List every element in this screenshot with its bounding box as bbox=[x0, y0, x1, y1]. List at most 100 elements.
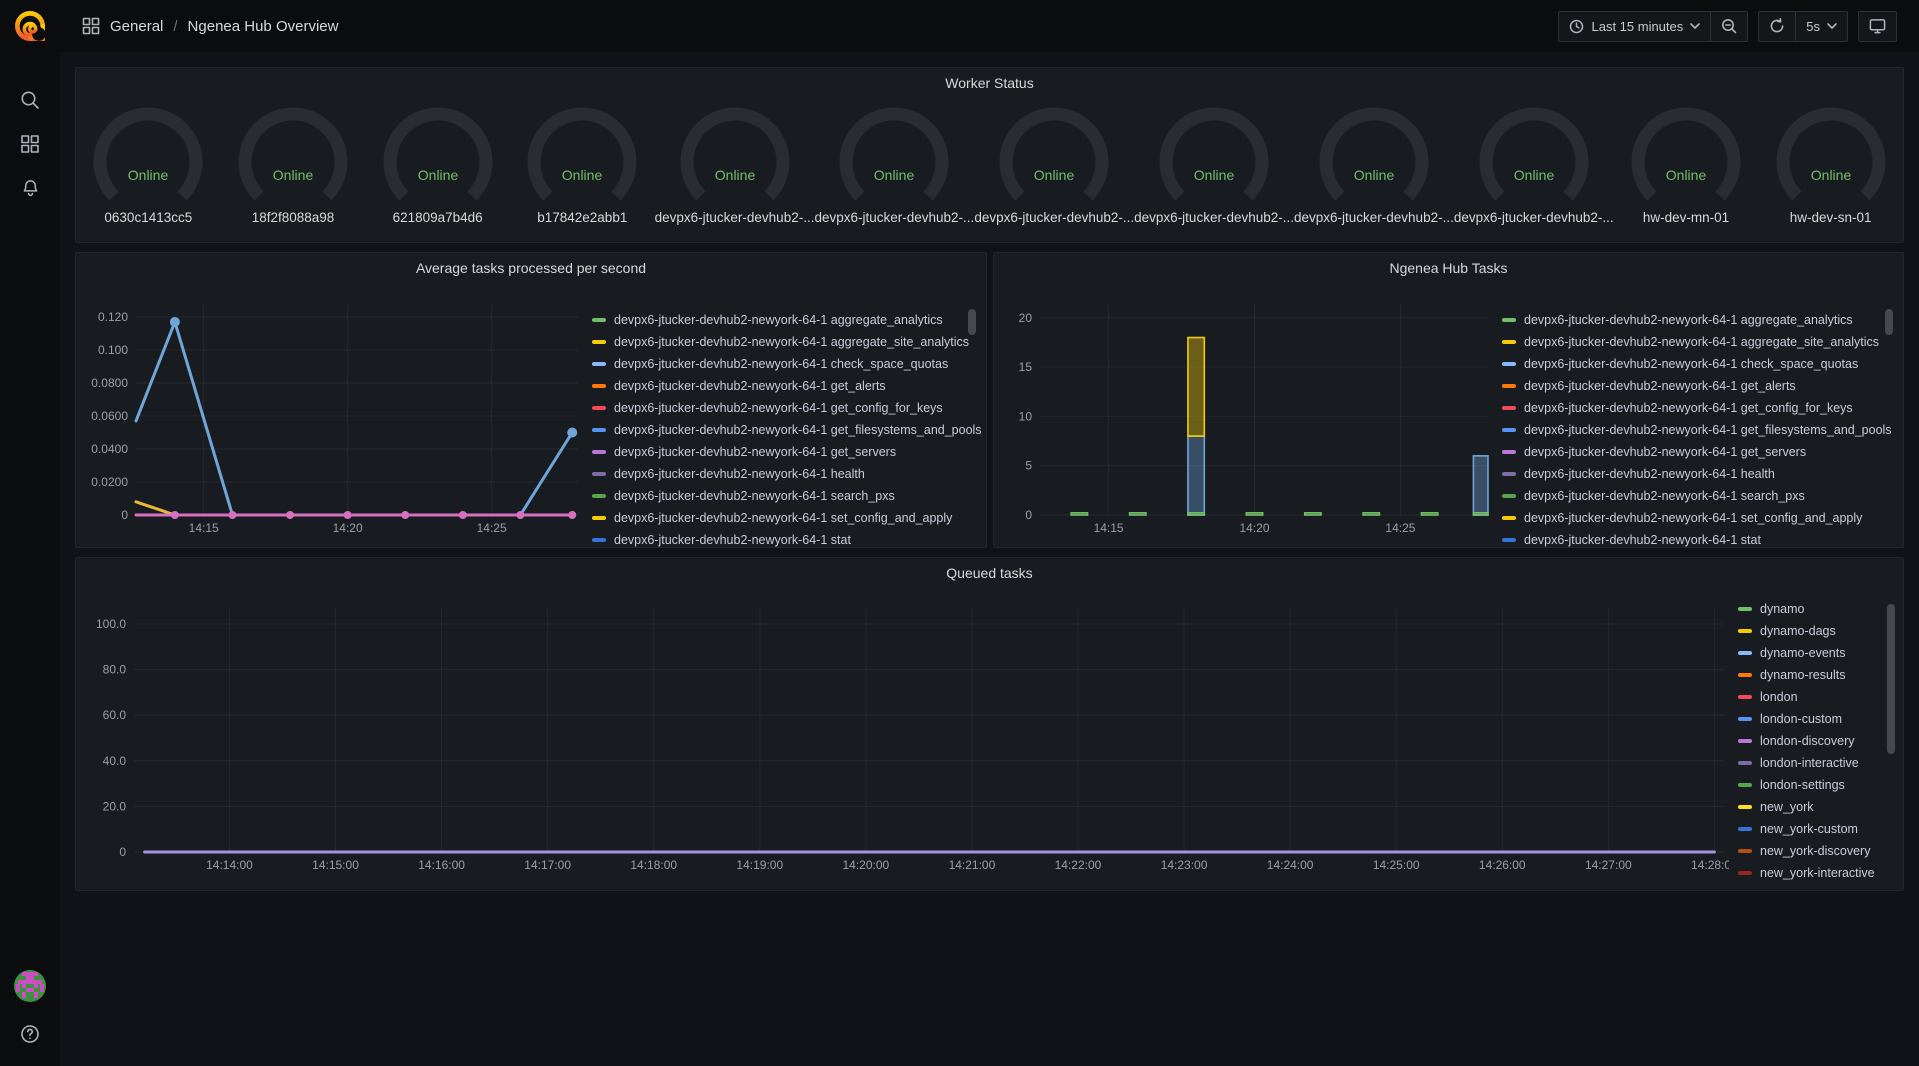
svg-text:14:20: 14:20 bbox=[333, 521, 363, 535]
panel-title[interactable]: Queued tasks bbox=[76, 558, 1903, 588]
svg-text:0: 0 bbox=[119, 845, 126, 859]
panel-title[interactable]: Ngenea Hub Tasks bbox=[994, 253, 1903, 283]
worker-name: hw-dev-sn-01 bbox=[1790, 210, 1872, 225]
legend-item[interactable]: devpx6-jtucker-devhub2-newyork-64-1 get_… bbox=[592, 375, 984, 397]
queued-tasks-chart[interactable]: 14:14:0014:15:0014:16:0014:17:0014:18:00… bbox=[84, 592, 1729, 886]
legend-swatch bbox=[1738, 761, 1752, 765]
legend-item[interactable]: dynamo bbox=[1738, 598, 1898, 620]
legend-item[interactable]: devpx6-jtucker-devhub2-newyork-64-1 aggr… bbox=[592, 331, 984, 353]
grafana-logo[interactable] bbox=[0, 0, 60, 52]
refresh-button[interactable] bbox=[1759, 12, 1795, 41]
legend-item[interactable]: devpx6-jtucker-devhub2-newyork-64-1 aggr… bbox=[1502, 551, 1898, 555]
avatar[interactable] bbox=[14, 970, 46, 1002]
zoom-out-icon bbox=[1721, 18, 1737, 34]
legend-item[interactable]: devpx6-jtucker-devhub2-newyork-64-1 chec… bbox=[1502, 353, 1898, 375]
apps-icon[interactable] bbox=[0, 122, 60, 166]
legend-scrollbar[interactable] bbox=[1885, 309, 1893, 335]
svg-text:0.120: 0.120 bbox=[98, 310, 128, 324]
left-sidebar bbox=[0, 52, 60, 1066]
legend-item[interactable]: devpx6-jtucker-devhub2-newyork-64-1 get_… bbox=[1502, 375, 1898, 397]
legend-item[interactable]: dynamo-dags bbox=[1738, 620, 1898, 642]
legend-item[interactable]: devpx6-jtucker-devhub2-newyork-64-1 get_… bbox=[592, 397, 984, 419]
legend-label: london-discovery bbox=[1760, 734, 1855, 748]
legend-item[interactable]: devpx6-jtucker-devhub2-newyork-64-1 get_… bbox=[1502, 419, 1898, 441]
legend-item[interactable]: devpx6-jtucker-devhub2-newyork-64-1 chec… bbox=[592, 353, 984, 375]
legend-swatch bbox=[1502, 472, 1516, 476]
legend-swatch bbox=[592, 362, 606, 366]
worker-status-value: Online bbox=[562, 167, 603, 183]
legend-label: dynamo bbox=[1760, 602, 1804, 616]
legend-item[interactable]: london-interactive bbox=[1738, 752, 1898, 774]
svg-text:14:20: 14:20 bbox=[1239, 521, 1269, 535]
legend-item[interactable]: devpx6-jtucker-devhub2-newyork-64-1 sear… bbox=[592, 485, 984, 507]
legend-item[interactable]: london-settings bbox=[1738, 774, 1898, 796]
worker-gauge: Online0630c1413cc5 bbox=[76, 104, 221, 225]
legend-swatch bbox=[592, 384, 606, 388]
legend-item[interactable]: london bbox=[1738, 686, 1898, 708]
breadcrumb-section[interactable]: General bbox=[110, 18, 163, 35]
legend-item[interactable]: devpx6-jtucker-devhub2-newyork-64-1 heal… bbox=[592, 463, 984, 485]
legend-item[interactable]: devpx6-jtucker-devhub2-newyork-64-1 stat bbox=[592, 529, 984, 551]
worker-name: devpx6-jtucker-devhub2-... bbox=[1134, 210, 1294, 225]
legend-item[interactable]: new_york-custom bbox=[1738, 818, 1898, 840]
svg-text:14:14:00: 14:14:00 bbox=[206, 858, 253, 872]
svg-text:14:23:00: 14:23:00 bbox=[1161, 858, 1208, 872]
svg-text:5: 5 bbox=[1025, 459, 1032, 473]
legend-label: london-interactive bbox=[1760, 756, 1859, 770]
zoom-out-button[interactable] bbox=[1710, 12, 1747, 41]
legend-item[interactable]: devpx6-jtucker-devhub2-newyork-64-1 heal… bbox=[1502, 463, 1898, 485]
legend-item[interactable]: devpx6-jtucker-devhub2-newyork-64-1 aggr… bbox=[592, 551, 984, 555]
legend-item[interactable]: devpx6-jtucker-devhub2-newyork-64-1 get_… bbox=[1502, 441, 1898, 463]
legend-item[interactable]: dynamo-results bbox=[1738, 664, 1898, 686]
legend-item[interactable]: devpx6-jtucker-devhub2-newyork-64-1 stat bbox=[1502, 529, 1898, 551]
legend-swatch bbox=[1502, 516, 1516, 520]
legend-label: devpx6-jtucker-devhub2-newyork-64-1 heal… bbox=[1524, 467, 1775, 481]
legend-scrollbar[interactable] bbox=[968, 309, 976, 335]
worker-status-value: Online bbox=[273, 167, 314, 183]
legend-item[interactable]: devpx6-jtucker-devhub2-newyork-64-1 set_… bbox=[1502, 507, 1898, 529]
legend-item[interactable]: dynamo-events bbox=[1738, 642, 1898, 664]
legend-swatch bbox=[592, 428, 606, 432]
worker-name: devpx6-jtucker-devhub2-... bbox=[814, 210, 974, 225]
tv-mode-button[interactable] bbox=[1859, 12, 1896, 41]
average-tasks-chart[interactable]: 14:1514:2014:2500.02000.04000.06000.0800… bbox=[84, 287, 584, 545]
legend-item[interactable]: devpx6-jtucker-devhub2-newyork-64-1 aggr… bbox=[1502, 331, 1898, 353]
legend-item[interactable]: devpx6-jtucker-devhub2-newyork-64-1 aggr… bbox=[592, 309, 984, 331]
legend-item[interactable]: devpx6-jtucker-devhub2-newyork-64-1 get_… bbox=[1502, 397, 1898, 419]
help-icon[interactable] bbox=[0, 1012, 60, 1056]
time-range-picker[interactable]: Last 15 minutes bbox=[1559, 12, 1710, 41]
panel-title[interactable]: Average tasks processed per second bbox=[76, 253, 986, 283]
bell-icon[interactable] bbox=[0, 166, 60, 210]
svg-text:14:25: 14:25 bbox=[1385, 521, 1415, 535]
legend-item[interactable]: new_york-interactive bbox=[1738, 862, 1898, 884]
legend-swatch bbox=[592, 318, 606, 322]
legend-item[interactable]: devpx6-jtucker-devhub2-newyork-64-1 sear… bbox=[1502, 485, 1898, 507]
legend-item[interactable]: london-custom bbox=[1738, 708, 1898, 730]
worker-status-value: Online bbox=[1514, 167, 1555, 183]
legend-swatch bbox=[592, 472, 606, 476]
legend-label: dynamo-events bbox=[1760, 646, 1845, 660]
worker-gauge: Online18f2f8088a98 bbox=[221, 104, 366, 225]
legend-scrollbar[interactable] bbox=[1887, 604, 1895, 754]
hub-tasks-chart[interactable]: 14:1514:2014:2505101520 bbox=[1002, 287, 1494, 545]
legend-item[interactable]: london-discovery bbox=[1738, 730, 1898, 752]
legend-item[interactable]: new_york-discovery bbox=[1738, 840, 1898, 862]
legend-item[interactable]: devpx6-jtucker-devhub2-newyork-64-1 set_… bbox=[592, 507, 984, 529]
grid-icon[interactable] bbox=[82, 17, 100, 35]
legend-item[interactable]: devpx6-jtucker-devhub2-newyork-64-1 get_… bbox=[592, 419, 984, 441]
breadcrumb-page-title[interactable]: Ngenea Hub Overview bbox=[188, 18, 339, 35]
legend-swatch bbox=[1502, 362, 1516, 366]
legend-swatch bbox=[1738, 871, 1752, 875]
legend-label: london bbox=[1760, 690, 1798, 704]
toolbar-controls: Last 15 minutes 5s bbox=[1558, 11, 1919, 42]
refresh-interval-picker[interactable]: 5s bbox=[1795, 12, 1847, 41]
legend-label: new_york-discovery bbox=[1760, 844, 1870, 858]
svg-text:0.100: 0.100 bbox=[98, 343, 128, 357]
svg-text:14:20:00: 14:20:00 bbox=[843, 858, 890, 872]
search-icon[interactable] bbox=[0, 78, 60, 122]
legend-swatch bbox=[592, 538, 606, 542]
legend-item[interactable]: new_york bbox=[1738, 796, 1898, 818]
legend-item[interactable]: devpx6-jtucker-devhub2-newyork-64-1 get_… bbox=[592, 441, 984, 463]
legend-item[interactable]: devpx6-jtucker-devhub2-newyork-64-1 aggr… bbox=[1502, 309, 1898, 331]
panel-title[interactable]: Worker Status bbox=[76, 68, 1903, 98]
